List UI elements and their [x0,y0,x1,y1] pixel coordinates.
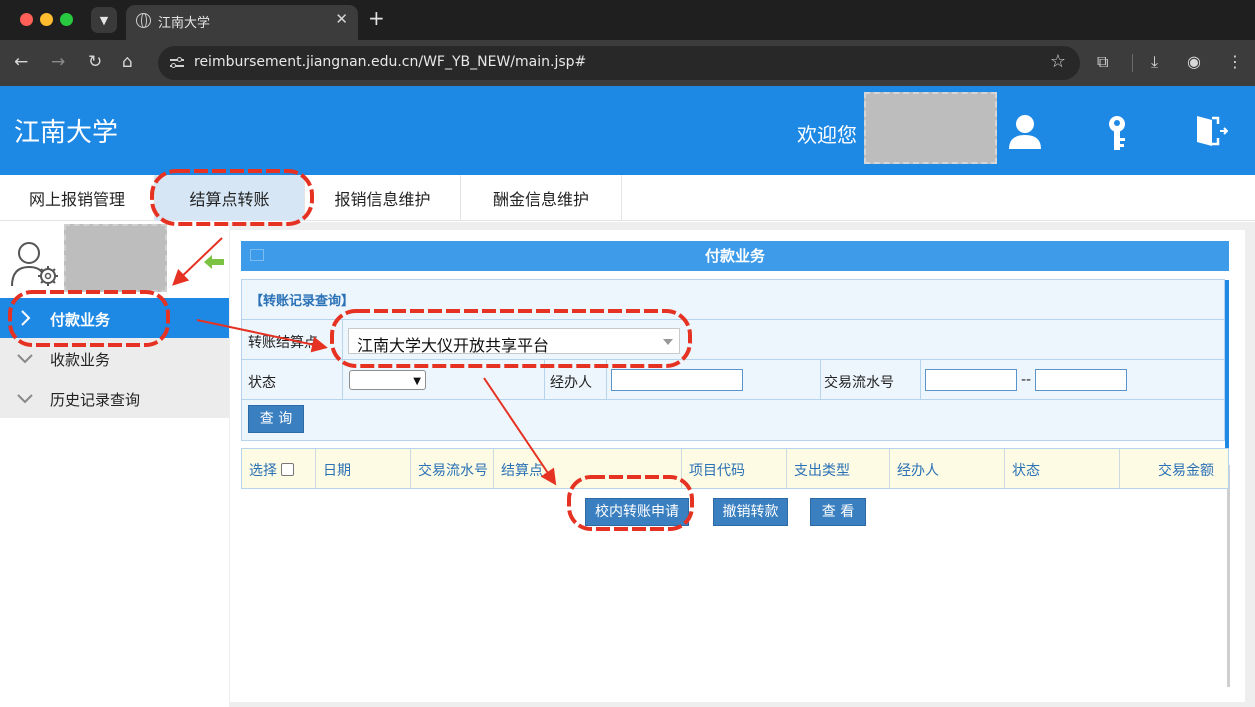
range-separator: -- [1021,372,1032,388]
globe-icon [136,13,151,28]
chevron-down-icon: ▼ [99,13,109,27]
col-expense-type[interactable]: 支出类型 [787,449,890,488]
query-button[interactable]: 查 询 [248,405,304,433]
cell-divider [820,360,821,399]
settlement-label: 转账结算点 [248,335,318,351]
back-arrow-icon[interactable]: ← [14,52,28,72]
content-frame: 付款业务 【转账记录查询】 转账结算点 江南大学大仪开放共享平台 状态 ▼ 经办… [230,230,1245,702]
revoke-transfer-button[interactable]: 撤销转款 [713,498,788,526]
sidebar-item-receipt[interactable]: 收款业务 [0,338,229,378]
status-select[interactable]: ▼ [349,370,426,390]
settlement-select-value: 江南大学大仪开放共享平台 [357,336,550,355]
sidebar-item-history[interactable]: 历史记录查询 [0,378,229,418]
browser-tab-strip: ▼ 江南大学 ✕ + [0,0,1255,40]
chevron-down-icon [17,394,33,404]
left-sidebar: 付款业务 收款业务 历史记录查询 [0,222,229,707]
sidebar-item-label: 付款业务 [50,311,111,329]
chevron-down-icon: ▼ [413,376,421,387]
col-status[interactable]: 状态 [1005,449,1120,488]
user-icon[interactable] [1008,114,1042,150]
panel-title: 付款业务 [704,247,765,265]
query-row-settlement: 转账结算点 江南大学大仪开放共享平台 [242,320,1224,360]
home-icon[interactable]: ⌂ [122,52,133,72]
forward-arrow-icon[interactable]: → [51,52,65,72]
collapse-arrow-icon[interactable] [203,253,225,271]
col-select: 选择 [242,449,316,488]
logout-icon[interactable] [1194,114,1228,148]
cell-divider [544,360,545,399]
site-header: 江南大学 欢迎您 [0,86,1255,175]
vertical-scrollbar-track[interactable] [1227,465,1230,687]
serial-to-input[interactable] [1035,369,1127,391]
col-settlement[interactable]: 结算点 [494,449,682,488]
cell-divider [606,360,607,399]
window-maximize-button[interactable] [60,13,73,26]
toolbar-divider [1132,54,1133,72]
top-navigation: 网上报销管理 结算点转账 报销信息维护 酬金信息维护 [0,175,1255,221]
handler-label: 经办人 [550,375,592,391]
browser-tab[interactable]: 江南大学 ✕ [126,5,358,40]
reload-icon[interactable]: ↻ [88,52,102,72]
cell-divider [342,320,343,359]
settlement-select[interactable]: 江南大学大仪开放共享平台 [348,328,680,355]
chevron-down-icon [17,354,33,364]
panel-minimize-icon[interactable] [250,249,264,261]
redacted-avatar-name [64,224,167,292]
serial-label: 交易流水号 [824,375,894,391]
col-date[interactable]: 日期 [316,449,411,488]
status-label: 状态 [248,375,276,391]
site-info-icon[interactable] [168,54,186,72]
window-close-button[interactable] [20,13,33,26]
col-project-code[interactable]: 项目代码 [682,449,787,488]
more-menu-icon[interactable]: ⋮ [1227,52,1243,71]
sidebar-item-payment[interactable]: 付款业务 [0,298,229,338]
browser-toolbar: ← → ↻ ⌂ reimbursement.jiangnan.edu.cn/WF… [0,40,1255,86]
download-icon[interactable]: ⤓ [1151,52,1158,72]
transfer-apply-button[interactable]: 校内转账申请 [585,498,689,526]
new-tab-button[interactable]: + [368,6,385,30]
results-table-header: 选择 日期 交易流水号 结算点 项目代码 支出类型 经办人 状态 交易金额 [241,448,1229,489]
query-row-filters: 状态 ▼ 经办人 交易流水号 -- [242,360,1224,400]
profile-icon[interactable]: ◉ [1187,52,1201,71]
vertical-scrollbar[interactable] [1225,280,1229,448]
query-title: 【转账记录查询】 [242,280,1224,320]
extensions-icon[interactable]: ⧉ [1097,52,1108,72]
sidebar-item-label: 历史记录查询 [50,391,141,409]
main-content: 付款业务 【转账记录查询】 转账结算点 江南大学大仪开放共享平台 状态 ▼ 经办… [229,222,1255,707]
cell-divider [920,360,921,399]
url-text[interactable]: reimbursement.jiangnan.edu.cn/WF_YB_NEW/… [194,54,586,70]
redacted-username [864,92,997,164]
nav-settlement-transfer[interactable]: 结算点转账 [155,175,305,221]
col-amount[interactable]: 交易金额 [1120,449,1228,488]
user-settings-icon [11,242,58,287]
col-select-label: 选择 [249,463,277,479]
query-form: 【转账记录查询】 转账结算点 江南大学大仪开放共享平台 状态 ▼ 经办人 交易流… [241,279,1225,441]
site-title: 江南大学 [14,118,119,148]
welcome-text: 欢迎您 [797,123,857,147]
nav-remuneration-info[interactable]: 酬金信息维护 [461,175,622,221]
window-minimize-button[interactable] [40,13,53,26]
chevron-right-icon [21,310,31,326]
view-button[interactable]: 查 看 [810,498,866,526]
address-bar[interactable]: reimbursement.jiangnan.edu.cn/WF_YB_NEW/… [158,46,1080,80]
sidebar-item-label: 收款业务 [50,351,111,369]
col-handler[interactable]: 经办人 [890,449,1005,488]
key-icon[interactable] [1103,114,1131,152]
panel-header: 付款业务 [241,241,1229,271]
tab-title: 江南大学 [158,16,211,31]
col-serial[interactable]: 交易流水号 [411,449,494,488]
bookmark-star-icon[interactable]: ☆ [1050,51,1066,72]
nav-reimbursement-info[interactable]: 报销信息维护 [305,175,461,221]
cell-divider [342,360,343,399]
dropdown-caret-icon [663,339,673,345]
tab-search-button[interactable]: ▼ [91,7,117,33]
nav-online-reimbursement[interactable]: 网上报销管理 [0,175,155,221]
serial-from-input[interactable] [925,369,1017,391]
select-all-checkbox[interactable] [281,463,294,476]
tab-close-button[interactable]: ✕ [335,10,348,28]
handler-input[interactable] [611,369,743,391]
